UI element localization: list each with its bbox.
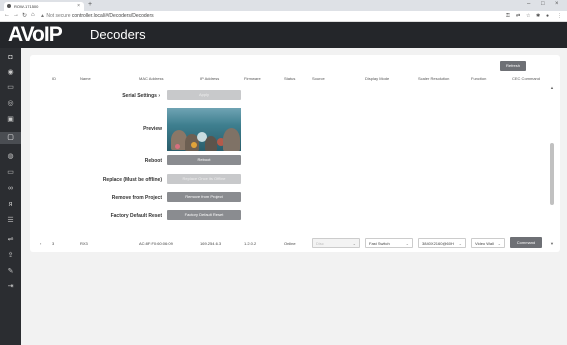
scroll-up-icon[interactable]: ▲ xyxy=(550,85,554,90)
reload-icon[interactable]: ↻ xyxy=(22,12,27,19)
scrollbar-thumb[interactable] xyxy=(550,143,554,205)
translate-icon[interactable]: ⇄ xyxy=(516,13,520,19)
address-bar: ← → ↻ ⌂ ▲ Not secure controller.local/#/… xyxy=(0,11,567,22)
chevron-right-icon: › xyxy=(158,93,160,99)
col-header-source[interactable]: Source xyxy=(312,76,325,81)
chevron-down-icon: ⌄ xyxy=(458,241,462,246)
row-id: 3 xyxy=(52,241,55,246)
col-header-mac[interactable]: MAC Address xyxy=(139,76,163,81)
chevron-down-icon: ⌄ xyxy=(352,241,356,246)
home-icon[interactable]: ⌂ xyxy=(31,12,35,18)
sidebar-item-network[interactable]: ◎ xyxy=(0,98,21,110)
not-secure-badge[interactable]: ▲ Not secure xyxy=(40,13,71,19)
col-header-function[interactable]: Function xyxy=(471,76,486,81)
reboot-button[interactable]: Reboot xyxy=(167,155,241,165)
row-name: RX3 xyxy=(80,241,88,246)
col-header-status[interactable]: Status xyxy=(284,76,295,81)
serial-settings-label[interactable]: Serial Settings › xyxy=(100,93,160,99)
replace-button[interactable]: Replace Once its Offline xyxy=(167,174,241,184)
url-text: controller.local/#/Decoders/Decoders xyxy=(71,13,154,19)
forward-icon[interactable]: → xyxy=(13,12,19,18)
preview-label: Preview xyxy=(143,126,162,132)
sidebar-item-routing[interactable]: ⇌ xyxy=(0,234,21,246)
sidebar-item-users[interactable]: ᴙ xyxy=(0,199,21,211)
remove-label: Remove from Project xyxy=(111,195,162,201)
refresh-button[interactable]: Refresh xyxy=(500,61,526,71)
back-icon[interactable]: ← xyxy=(4,12,10,18)
row-mac: AC:8F:F0:60:06:09 xyxy=(139,241,173,246)
factory-reset-label: Factory Default Reset xyxy=(110,213,162,219)
row-status: Online xyxy=(284,241,296,246)
tab-close-icon[interactable]: × xyxy=(77,3,80,9)
sidebar-item-dashboard[interactable]: ◘ xyxy=(0,52,21,64)
sidebar-item-video-wall[interactable]: ▭ xyxy=(0,167,21,179)
sidebar-item-encoders[interactable]: ▭ xyxy=(0,82,21,94)
sidebar-item-list[interactable]: ☰ xyxy=(0,215,21,227)
key-icon[interactable]: ⚿ xyxy=(506,13,510,19)
browser-tab-bar: ROW-171500 × + – □ × xyxy=(0,0,567,11)
sidebar-item-logout[interactable]: ⇥ xyxy=(0,281,21,293)
extensions-icon[interactable]: ✱ xyxy=(536,13,540,19)
browser-tab[interactable]: ROW-171500 × xyxy=(4,2,84,11)
col-header-cec-command[interactable]: CEC Command xyxy=(512,76,540,81)
profile-icon[interactable]: ● xyxy=(546,13,549,19)
page-title: Decoders xyxy=(90,27,146,42)
sidebar-item-decoders[interactable]: ▢ xyxy=(0,132,21,144)
decoders-panel xyxy=(30,55,560,252)
col-header-firmware[interactable]: Firmware xyxy=(244,76,261,81)
scroll-down-icon[interactable]: ▼ xyxy=(550,241,554,246)
app-logo: AVoIP xyxy=(8,23,63,46)
display-mode-select[interactable]: Fast Switch ⌄ xyxy=(365,238,413,248)
video-preview xyxy=(167,108,241,151)
chevron-down-icon: ⌄ xyxy=(497,241,501,246)
maximize-button[interactable]: □ xyxy=(541,1,545,7)
app-header: AVoIP Decoders xyxy=(0,22,567,48)
col-header-scaler-resolution[interactable]: Scaler Resolution xyxy=(418,76,449,81)
star-icon[interactable]: ☆ xyxy=(526,13,530,19)
row-expand-icon[interactable]: ‹ xyxy=(40,241,41,246)
scaler-resolution-select[interactable]: 3840X2160@60H ⌄ xyxy=(418,238,466,248)
replace-label: Replace (Must be offline) xyxy=(102,177,162,183)
sidebar-item-settings[interactable]: ◍ xyxy=(0,151,21,163)
col-header-id[interactable]: ID xyxy=(52,76,56,81)
sidebar-item-sources[interactable]: ◉ xyxy=(0,67,21,79)
factory-reset-button[interactable]: Factory Default Reset xyxy=(167,210,241,220)
source-select[interactable]: Disc ⌄ xyxy=(312,238,360,248)
chevron-down-icon: ⌄ xyxy=(405,241,409,246)
function-select[interactable]: Video Wall ⌄ xyxy=(471,238,505,248)
remove-button[interactable]: Remove from Project xyxy=(167,192,241,202)
close-window-button[interactable]: × xyxy=(555,1,559,7)
sidebar-item-link[interactable]: ∞ xyxy=(0,183,21,195)
url-field[interactable]: ▲ Not secure controller.local/#/Decoders… xyxy=(40,13,154,19)
sidebar-item-tools[interactable]: ✎ xyxy=(0,266,21,278)
col-header-ip[interactable]: IP Address xyxy=(200,76,219,81)
col-header-name[interactable]: Name xyxy=(80,76,91,81)
tab-title: ROW-171500 xyxy=(14,4,39,9)
sidebar: ◘ ◉ ▭ ◎ ▣ ▢ ◍ ▭ ∞ ᴙ ☰ ⇌ ⇪ ✎ ⇥ xyxy=(0,48,21,345)
row-firmware: 1.2.0.2 xyxy=(244,241,257,246)
apply-button[interactable]: Apply xyxy=(167,90,241,100)
sidebar-item-upload[interactable]: ⇪ xyxy=(0,250,21,262)
favicon-icon xyxy=(7,4,11,8)
sidebar-item-devices[interactable]: ▣ xyxy=(0,114,21,126)
col-header-display-mode[interactable]: Display Mode xyxy=(365,76,389,81)
menu-icon[interactable]: ⋮ xyxy=(557,13,562,19)
minimize-button[interactable]: – xyxy=(527,1,530,7)
reboot-label: Reboot xyxy=(144,158,162,164)
new-tab-button[interactable]: + xyxy=(88,1,92,8)
cec-command-button[interactable]: Command xyxy=(510,237,542,248)
row-ip: 169.254.6.3 xyxy=(200,241,222,246)
